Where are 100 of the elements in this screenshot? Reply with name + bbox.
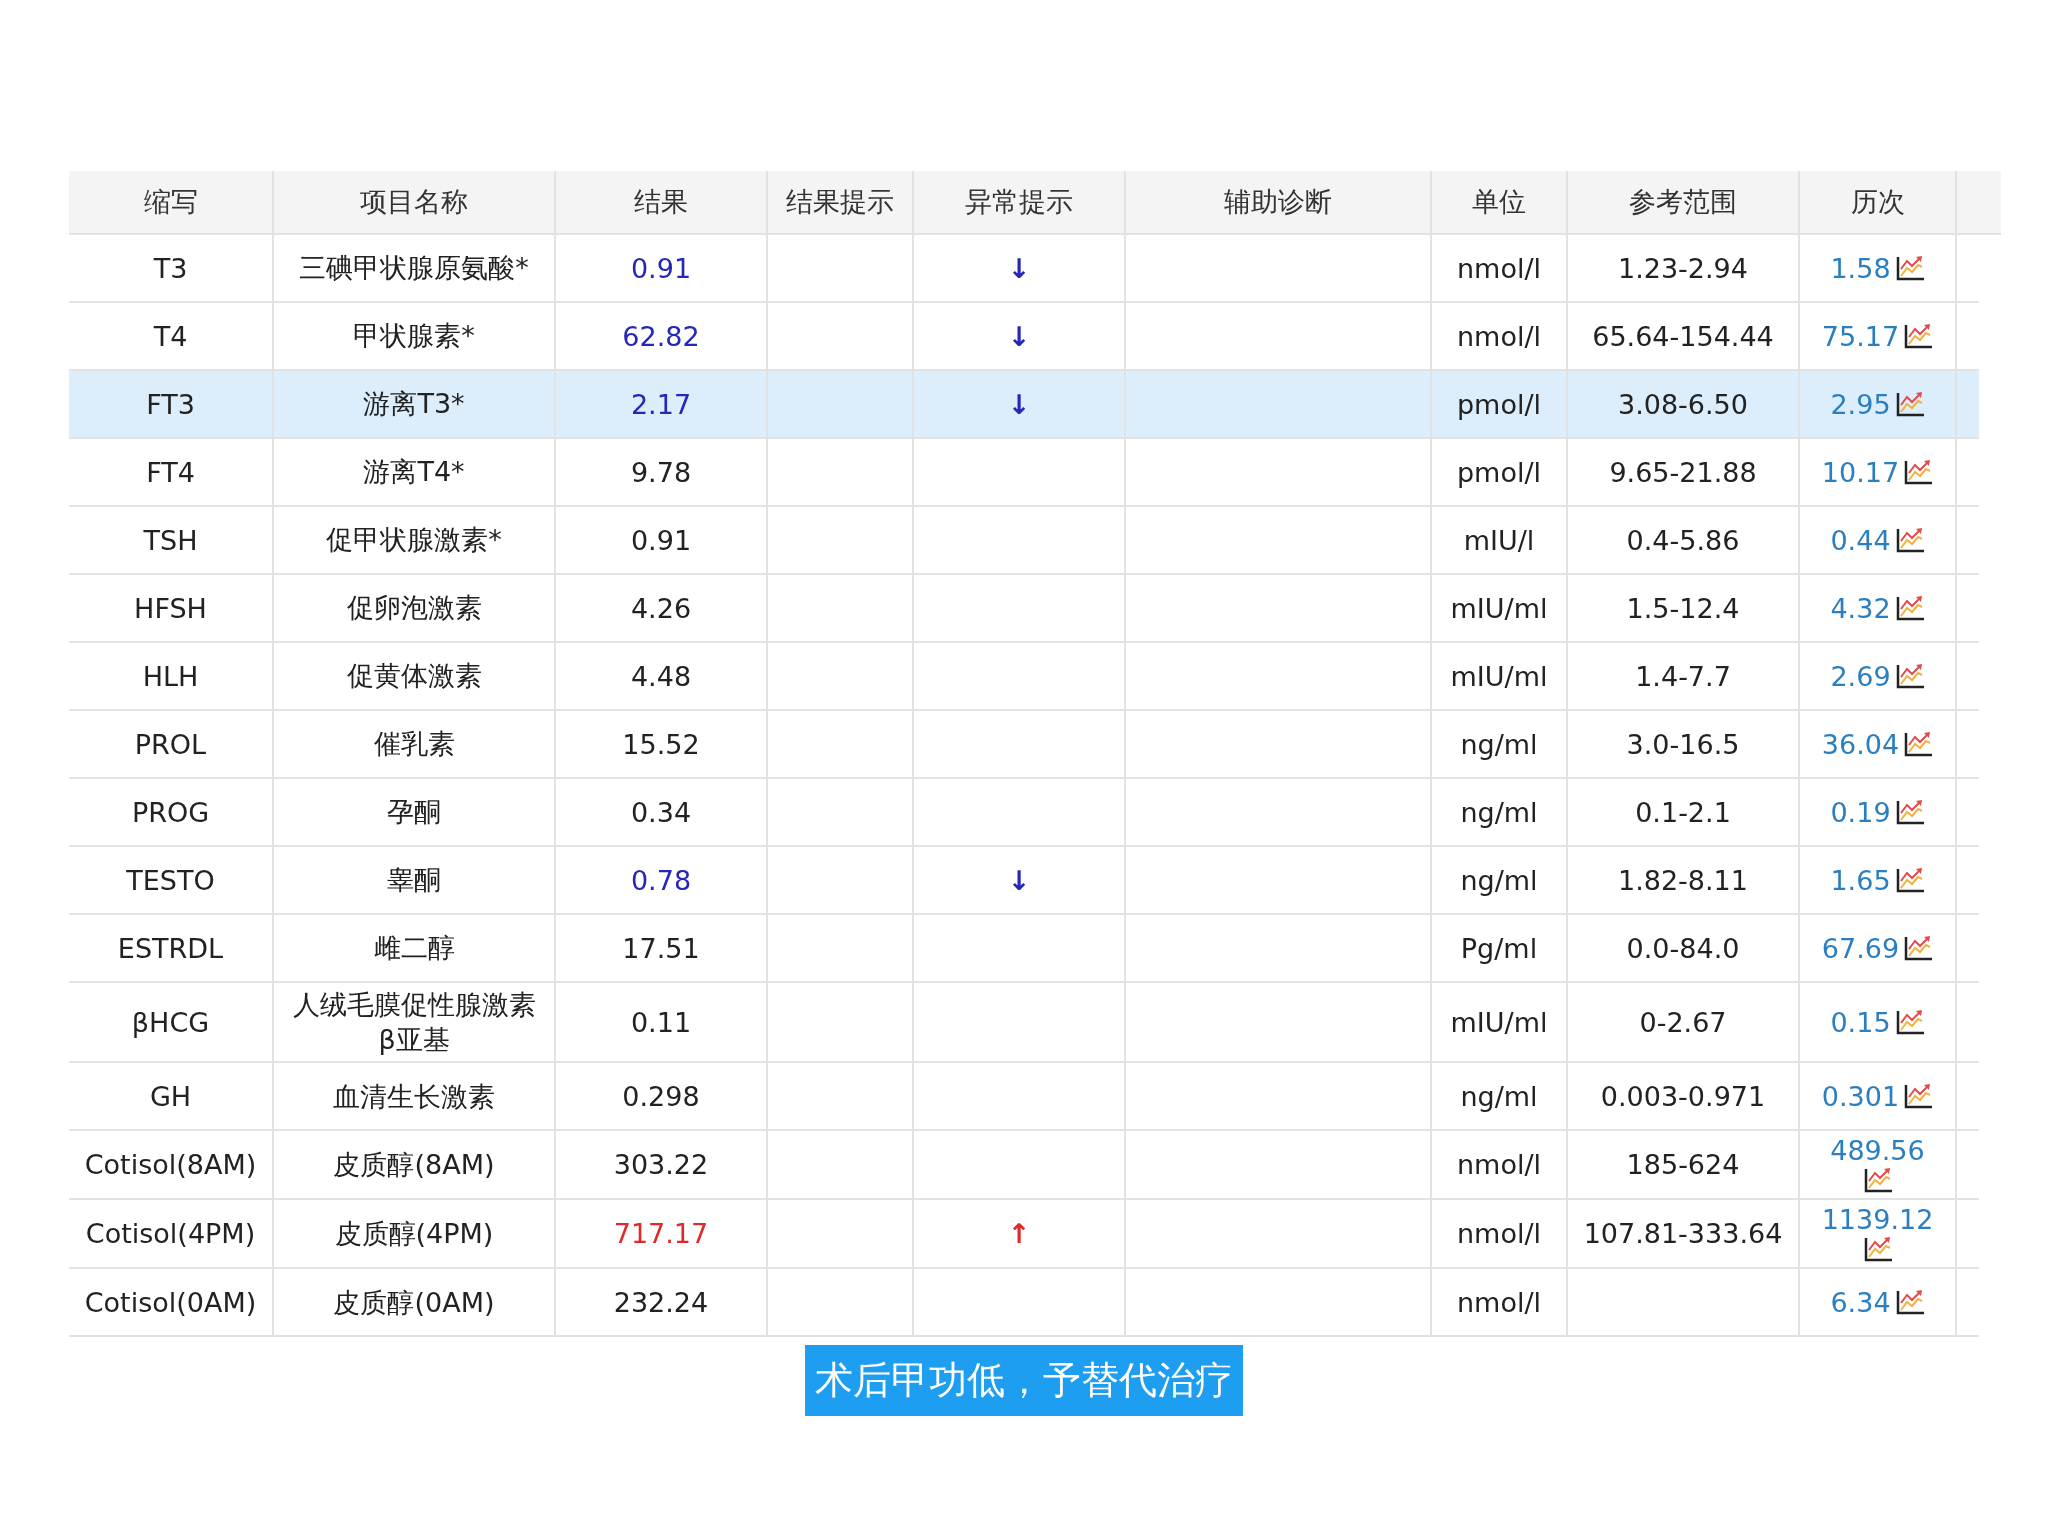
table-row[interactable]: PROL 催乳素 15.52 ng/ml 3.0-16.5 36.04 [69,711,1979,779]
result-value: 62.82 [556,303,768,369]
history-link[interactable]: 1.58 [1830,252,1891,284]
table-cell: mIU/ml [1432,575,1568,641]
history-link[interactable]: 1139.12 [1821,1204,1934,1236]
table-cell: 促卵泡激素 [274,575,556,641]
trend-chart-icon[interactable] [1862,1166,1893,1195]
table-cell: 1.5-12.4 [1568,575,1800,641]
history-link[interactable]: 0.44 [1830,524,1891,556]
column-header: 单位 [1432,171,1568,233]
trend-chart-icon[interactable] [1903,458,1934,486]
table-cell: 皮质醇(4PM) [274,1200,556,1268]
column-header: 历次 [1800,171,1957,233]
trend-chart-icon[interactable] [1903,1082,1934,1111]
table-row[interactable]: ESTRDL 雌二醇 17.51 Pg/ml 0.0-84.0 67.69 [69,915,1979,983]
trend-chart-icon[interactable] [1894,798,1925,826]
trend-chart-icon[interactable] [1894,662,1925,690]
table-cell: Cotisol(8AM) [69,1131,274,1199]
table-cell: Cotisol(4PM) [69,1200,274,1268]
result-value: 0.34 [556,779,768,845]
table-cell: GH [69,1063,274,1130]
table-row[interactable]: Cotisol(0AM) 皮质醇(0AM) 232.24 nmol/l 6.34 [69,1269,1979,1338]
column-header: 缩写 [69,171,274,233]
table-cell: nmol/l [1432,1131,1568,1199]
table-cell: Pg/ml [1432,915,1568,981]
table-row[interactable]: FT4 游离T4* 9.78 pmol/l 9.65-21.88 10.17 [69,439,1979,507]
table-row[interactable]: T3 三碘甲状腺原氨酸* 0.91 ↓ nmol/l 1.23-2.94 1.58 [69,235,1979,303]
table-cell: 三碘甲状腺原氨酸* [274,235,556,301]
table-cell: FT3 [69,371,274,437]
trend-chart-icon[interactable] [1903,934,1934,962]
trend-chart-icon[interactable] [1862,1235,1893,1264]
table-row[interactable]: Cotisol(4PM) 皮质醇(4PM) 717.17 ↑ nmol/l 107.81-333.64 1139.12 [69,1200,1979,1270]
table-row[interactable]: Cotisol(8AM) 皮质醇(8AM) 303.22 nmol/l 185-624 489.56 [69,1131,1979,1201]
table-cell: ESTRDL [69,915,274,981]
table-cell: PROG [69,779,274,845]
trend-chart-icon[interactable] [1894,594,1925,622]
history-link[interactable]: 2.95 [1830,388,1891,420]
table-cell: 促黄体激素 [274,643,556,709]
trend-chart-icon[interactable] [1894,390,1925,418]
table-row[interactable]: βHCG 人绒毛膜促性腺激素β亚基 0.11 mIU/ml 0-2.67 0.15 [69,983,1979,1064]
column-header: 参考范围 [1568,171,1800,233]
table-cell: 3.0-16.5 [1568,711,1800,777]
table-cell: 游离T3* [274,371,556,437]
table-cell: nmol/l [1432,303,1568,369]
trend-chart-icon[interactable] [1903,322,1934,350]
result-value: 717.17 [556,1200,768,1268]
table-cell: 甲状腺素* [274,303,556,369]
table-cell: 1.4-7.7 [1568,643,1800,709]
history-link[interactable]: 1.65 [1830,864,1891,896]
history-link[interactable]: 6.34 [1830,1286,1891,1318]
table-cell: 雌二醇 [274,915,556,981]
table-cell: T4 [69,303,274,369]
table-row[interactable]: HFSH 促卵泡激素 4.26 mIU/ml 1.5-12.4 4.32 [69,575,1979,643]
table-cell: nmol/l [1432,235,1568,301]
table-row[interactable]: T4 甲状腺素* 62.82 ↓ nmol/l 65.64-154.44 75.17 [69,303,1979,371]
history-link[interactable]: 67.69 [1821,932,1900,964]
table-cell: HFSH [69,575,274,641]
table-cell: FT4 [69,439,274,505]
table-cell: 0.0-84.0 [1568,915,1800,981]
trend-chart-icon[interactable] [1894,1288,1925,1317]
table-cell: 睾酮 [274,847,556,913]
table-cell: TESTO [69,847,274,913]
table-cell: 促甲状腺激素* [274,507,556,573]
trend-chart-icon[interactable] [1894,254,1925,282]
table-cell: 催乳素 [274,711,556,777]
table-cell: T3 [69,235,274,301]
column-header: 结果 [556,171,768,233]
history-link[interactable]: 0.15 [1830,1006,1891,1038]
table-row[interactable]: TESTO 睾酮 0.78 ↓ ng/ml 1.82-8.11 1.65 [69,847,1979,915]
history-link[interactable]: 489.56 [1830,1135,1925,1167]
table-row[interactable]: TSH 促甲状腺激素* 0.91 mIU/l 0.4-5.86 0.44 [69,507,1979,575]
table-cell: 0-2.67 [1568,983,1800,1062]
history-link[interactable]: 4.32 [1830,592,1891,624]
caption-banner: 术后甲功低，予替代治疗 [805,1345,1243,1417]
history-link[interactable]: 0.19 [1830,796,1891,828]
history-link[interactable]: 10.17 [1821,456,1900,488]
history-link[interactable]: 0.301 [1821,1080,1900,1112]
table-row[interactable]: FT3 游离T3* 2.17 ↓ pmol/l 3.08-6.50 2.95 [69,371,1979,439]
table-cell: 107.81-333.64 [1568,1200,1800,1268]
table-row[interactable]: HLH 促黄体激素 4.48 mIU/ml 1.4-7.7 2.69 [69,643,1979,711]
table-row[interactable]: PROG 孕酮 0.34 ng/ml 0.1-2.1 0.19 [69,779,1979,847]
column-header: 项目名称 [274,171,556,233]
table-cell: 9.65-21.88 [1568,439,1800,505]
table-cell: ng/ml [1432,847,1568,913]
result-value: 0.11 [556,983,768,1062]
history-link[interactable]: 36.04 [1821,728,1900,760]
column-header: 异常提示 [914,171,1126,233]
trend-chart-icon[interactable] [1903,730,1934,758]
history-link[interactable]: 2.69 [1830,660,1891,692]
table-cell: 0.1-2.1 [1568,779,1800,845]
table-cell: mIU/ml [1432,643,1568,709]
table-row[interactable]: GH 血清生长激素 0.298 ng/ml 0.003-0.971 0.301 [69,1063,1979,1132]
trend-chart-icon[interactable] [1894,1008,1925,1037]
column-header: 结果提示 [768,171,914,233]
table-cell: ng/ml [1432,1063,1568,1130]
trend-chart-icon[interactable] [1894,526,1925,554]
table-cell: nmol/l [1432,1200,1568,1268]
table-cell: 1.82-8.11 [1568,847,1800,913]
trend-chart-icon[interactable] [1894,866,1925,894]
history-link[interactable]: 75.17 [1821,320,1900,352]
